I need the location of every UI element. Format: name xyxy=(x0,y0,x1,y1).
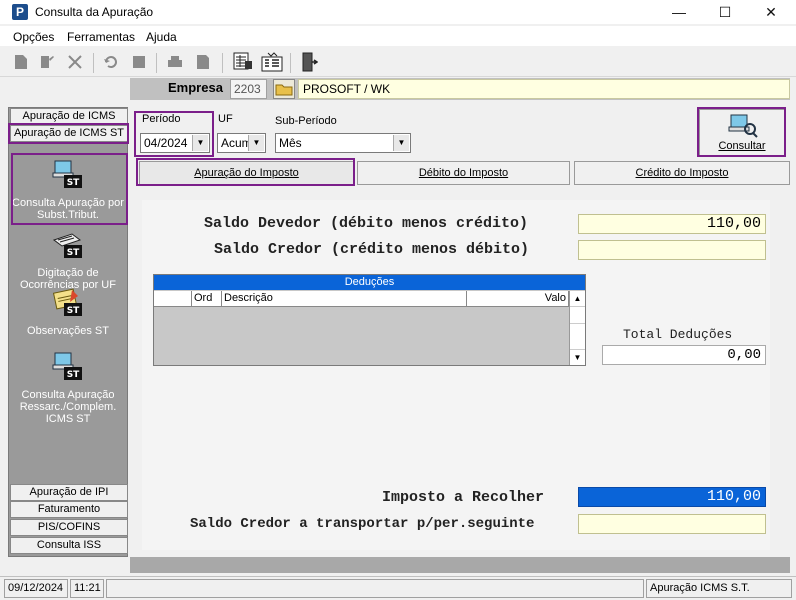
notes-st-icon: ST xyxy=(52,288,82,316)
imposto-recolher-label: Imposto a Recolher xyxy=(382,489,545,506)
sidebar-item-consulta-ressarc[interactable]: ST Consulta Apuração Ressarc./Complem. I… xyxy=(12,352,124,425)
status-time: 11:21 xyxy=(70,579,104,598)
sidebar-item-digitacao-ocorrencias[interactable]: ST Digitação de Ocorrências por UF xyxy=(12,230,124,291)
highlight-frame xyxy=(697,107,786,157)
toolbar-separator xyxy=(290,53,291,73)
uf-select[interactable]: Acum ▼ xyxy=(217,133,266,153)
undo-icon[interactable] xyxy=(102,53,120,71)
toolbar-separator xyxy=(156,53,157,73)
sidebar-item-label: Observações ST xyxy=(27,325,109,337)
saldo-devedor-label: Saldo Devedor (débito menos crédito) xyxy=(204,215,529,232)
window-title: Consulta da Apuração xyxy=(35,5,154,19)
spreadsheet-icon[interactable] xyxy=(232,51,254,73)
chevron-down-icon[interactable]: ▼ xyxy=(248,135,264,151)
uf-label: UF xyxy=(218,113,233,125)
delete-icon[interactable] xyxy=(66,53,84,71)
subperiodo-select[interactable]: Mês ▼ xyxy=(275,133,411,153)
st-badge: ST xyxy=(67,306,80,316)
scroll-thumb[interactable] xyxy=(570,308,585,324)
minimize-button[interactable]: — xyxy=(656,0,702,24)
empresa-code-field[interactable]: 2203 xyxy=(230,79,267,99)
saldo-devedor-field: 110,00 xyxy=(578,214,766,234)
sidebar-tab-apuracao-ipi[interactable]: Apuração de IPI xyxy=(10,484,128,501)
open-folder-icon[interactable] xyxy=(273,79,295,99)
sidebar-tab-faturamento[interactable]: Faturamento xyxy=(10,501,128,518)
col-valor[interactable]: Valo xyxy=(467,291,569,306)
status-date: 09/12/2024 xyxy=(4,579,68,598)
toolbar-separator xyxy=(222,53,223,73)
menu-opcoes[interactable]: Opções xyxy=(13,30,54,44)
computer-st-icon: ST xyxy=(52,352,82,380)
exit-door-icon[interactable] xyxy=(300,51,318,73)
title-bar: P Consulta da Apuração — ☐ ✕ xyxy=(0,0,796,24)
imposto-recolher-field: 110,00 xyxy=(578,487,766,507)
chevron-down-icon[interactable]: ▼ xyxy=(393,135,409,151)
col-descricao[interactable]: Descrição xyxy=(222,291,467,306)
highlight-frame xyxy=(8,123,129,144)
report-icon[interactable] xyxy=(194,53,212,71)
calculator-icon[interactable] xyxy=(260,51,284,73)
menu-ajuda[interactable]: Ajuda xyxy=(146,30,177,44)
sidebar-item-label: Consulta Apuração Ressarc./Complem. ICMS… xyxy=(19,389,117,425)
tab-credito-imposto[interactable]: Crédito do Imposto xyxy=(574,161,790,185)
sidebar-tab-consulta-iss[interactable]: Consulta ISS xyxy=(10,537,128,554)
subperiodo-label: Sub-Período xyxy=(275,115,337,127)
status-bar: 09/12/2024 11:21 Apuração ICMS S.T. xyxy=(0,576,796,598)
empresa-name-field: PROSOFT / WK xyxy=(298,79,790,99)
sidebar-tab-pis-cofins[interactable]: PIS/COFINS xyxy=(10,519,128,536)
subperiodo-value: Mês xyxy=(279,136,302,150)
new-document-icon[interactable] xyxy=(12,53,30,71)
maximize-button[interactable]: ☐ xyxy=(702,0,748,24)
deducoes-scrollbar[interactable]: ▲ ▼ xyxy=(569,291,585,365)
app-logo-icon: P xyxy=(12,4,28,20)
deducoes-table[interactable]: Deduções Ord Descrição Valo ▲ ▼ xyxy=(153,274,586,366)
print-icon[interactable] xyxy=(166,53,184,71)
highlight-frame xyxy=(134,111,214,157)
bottom-band xyxy=(130,557,790,573)
menu-bar: Opções Ferramentas Ajuda xyxy=(0,26,796,46)
st-badge: ST xyxy=(67,370,80,380)
col-ord[interactable]: Ord xyxy=(192,291,222,306)
saldo-credor-field xyxy=(578,240,766,260)
toolbar xyxy=(0,47,796,77)
total-deducoes-field: 0,00 xyxy=(602,345,766,365)
stop-icon[interactable] xyxy=(130,53,148,71)
sidebar-item-observacoes-st[interactable]: ST Observações ST xyxy=(12,288,124,337)
saldo-transportar-field xyxy=(578,514,766,534)
saldo-transportar-label: Saldo Credor a transportar p/per.seguint… xyxy=(190,516,535,532)
close-button[interactable]: ✕ xyxy=(748,0,794,24)
total-deducoes-label: Total Deduções xyxy=(623,327,733,342)
st-badge: ST xyxy=(67,248,80,258)
status-message xyxy=(106,579,644,598)
menu-ferramentas[interactable]: Ferramentas xyxy=(67,30,135,44)
saldo-credor-label: Saldo Credor (crédito menos débito) xyxy=(214,241,530,258)
highlight-frame xyxy=(136,158,355,186)
deducoes-header: Ord Descrição Valo xyxy=(154,291,585,307)
chevron-down-icon[interactable]: ▼ xyxy=(570,349,585,365)
deducoes-title: Deduções xyxy=(154,275,585,290)
row-indicator-header xyxy=(154,291,192,306)
chevron-up-icon[interactable]: ▲ xyxy=(570,291,585,307)
highlight-frame xyxy=(11,153,128,225)
tab-debito-imposto[interactable]: Débito do Imposto xyxy=(357,161,570,185)
status-screen-name: Apuração ICMS S.T. xyxy=(646,579,792,598)
keyboard-st-icon: ST xyxy=(52,233,82,258)
toolbar-separator xyxy=(93,53,94,73)
edit-icon[interactable] xyxy=(38,53,56,71)
empresa-label: Empresa xyxy=(168,80,223,95)
